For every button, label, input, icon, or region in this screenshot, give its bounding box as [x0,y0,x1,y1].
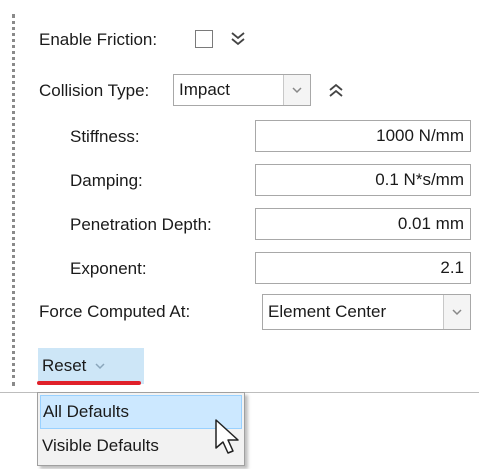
force-computed-at-label: Force Computed At: [39,302,191,321]
reset-button[interactable]: Reset [38,348,144,384]
reset-button-label: Reset [42,356,87,375]
menu-item-visible-defaults[interactable]: Visible Defaults [40,430,242,464]
penetration-depth-label: Penetration Depth: [70,215,212,234]
enable-friction-checkbox[interactable] [195,30,213,48]
damping-label: Damping: [70,171,143,190]
penetration-depth-field[interactable]: 0.01 mm [255,208,471,240]
force-computed-at-select[interactable]: Element Center [262,294,471,330]
collision-type-select[interactable]: Impact [173,74,311,106]
reset-caret [94,362,106,370]
panel-dotted-guide [12,14,15,386]
exponent-label: Exponent: [70,259,147,278]
exponent-field[interactable]: 2.1 [255,252,471,284]
collision-type-dropdown-button[interactable] [283,75,310,105]
force-computed-at-dropdown-button[interactable] [443,295,470,329]
damping-field[interactable]: 0.1 N*s/mm [255,164,471,196]
chevron-down-icon [292,87,302,94]
menu-item-all-defaults[interactable]: All Defaults [40,395,242,429]
stiffness-label: Stiffness: [70,127,140,146]
collapse-chevron-icon[interactable] [327,79,345,101]
enable-friction-label: Enable Friction: [39,30,158,49]
properties-panel: Enable Friction: Collision Type: Impact … [0,0,479,393]
expand-chevron-icon[interactable] [229,28,247,50]
chevron-down-icon [452,309,462,316]
collision-type-label: Collision Type: [39,81,150,100]
collision-type-value: Impact [179,80,231,99]
mouse-pointer-icon [215,419,239,454]
stiffness-field[interactable]: 1000 N/mm [255,120,471,152]
reset-underline-highlight [37,381,141,385]
chevron-down-icon [95,363,105,370]
force-computed-at-value: Element Center [268,302,387,321]
